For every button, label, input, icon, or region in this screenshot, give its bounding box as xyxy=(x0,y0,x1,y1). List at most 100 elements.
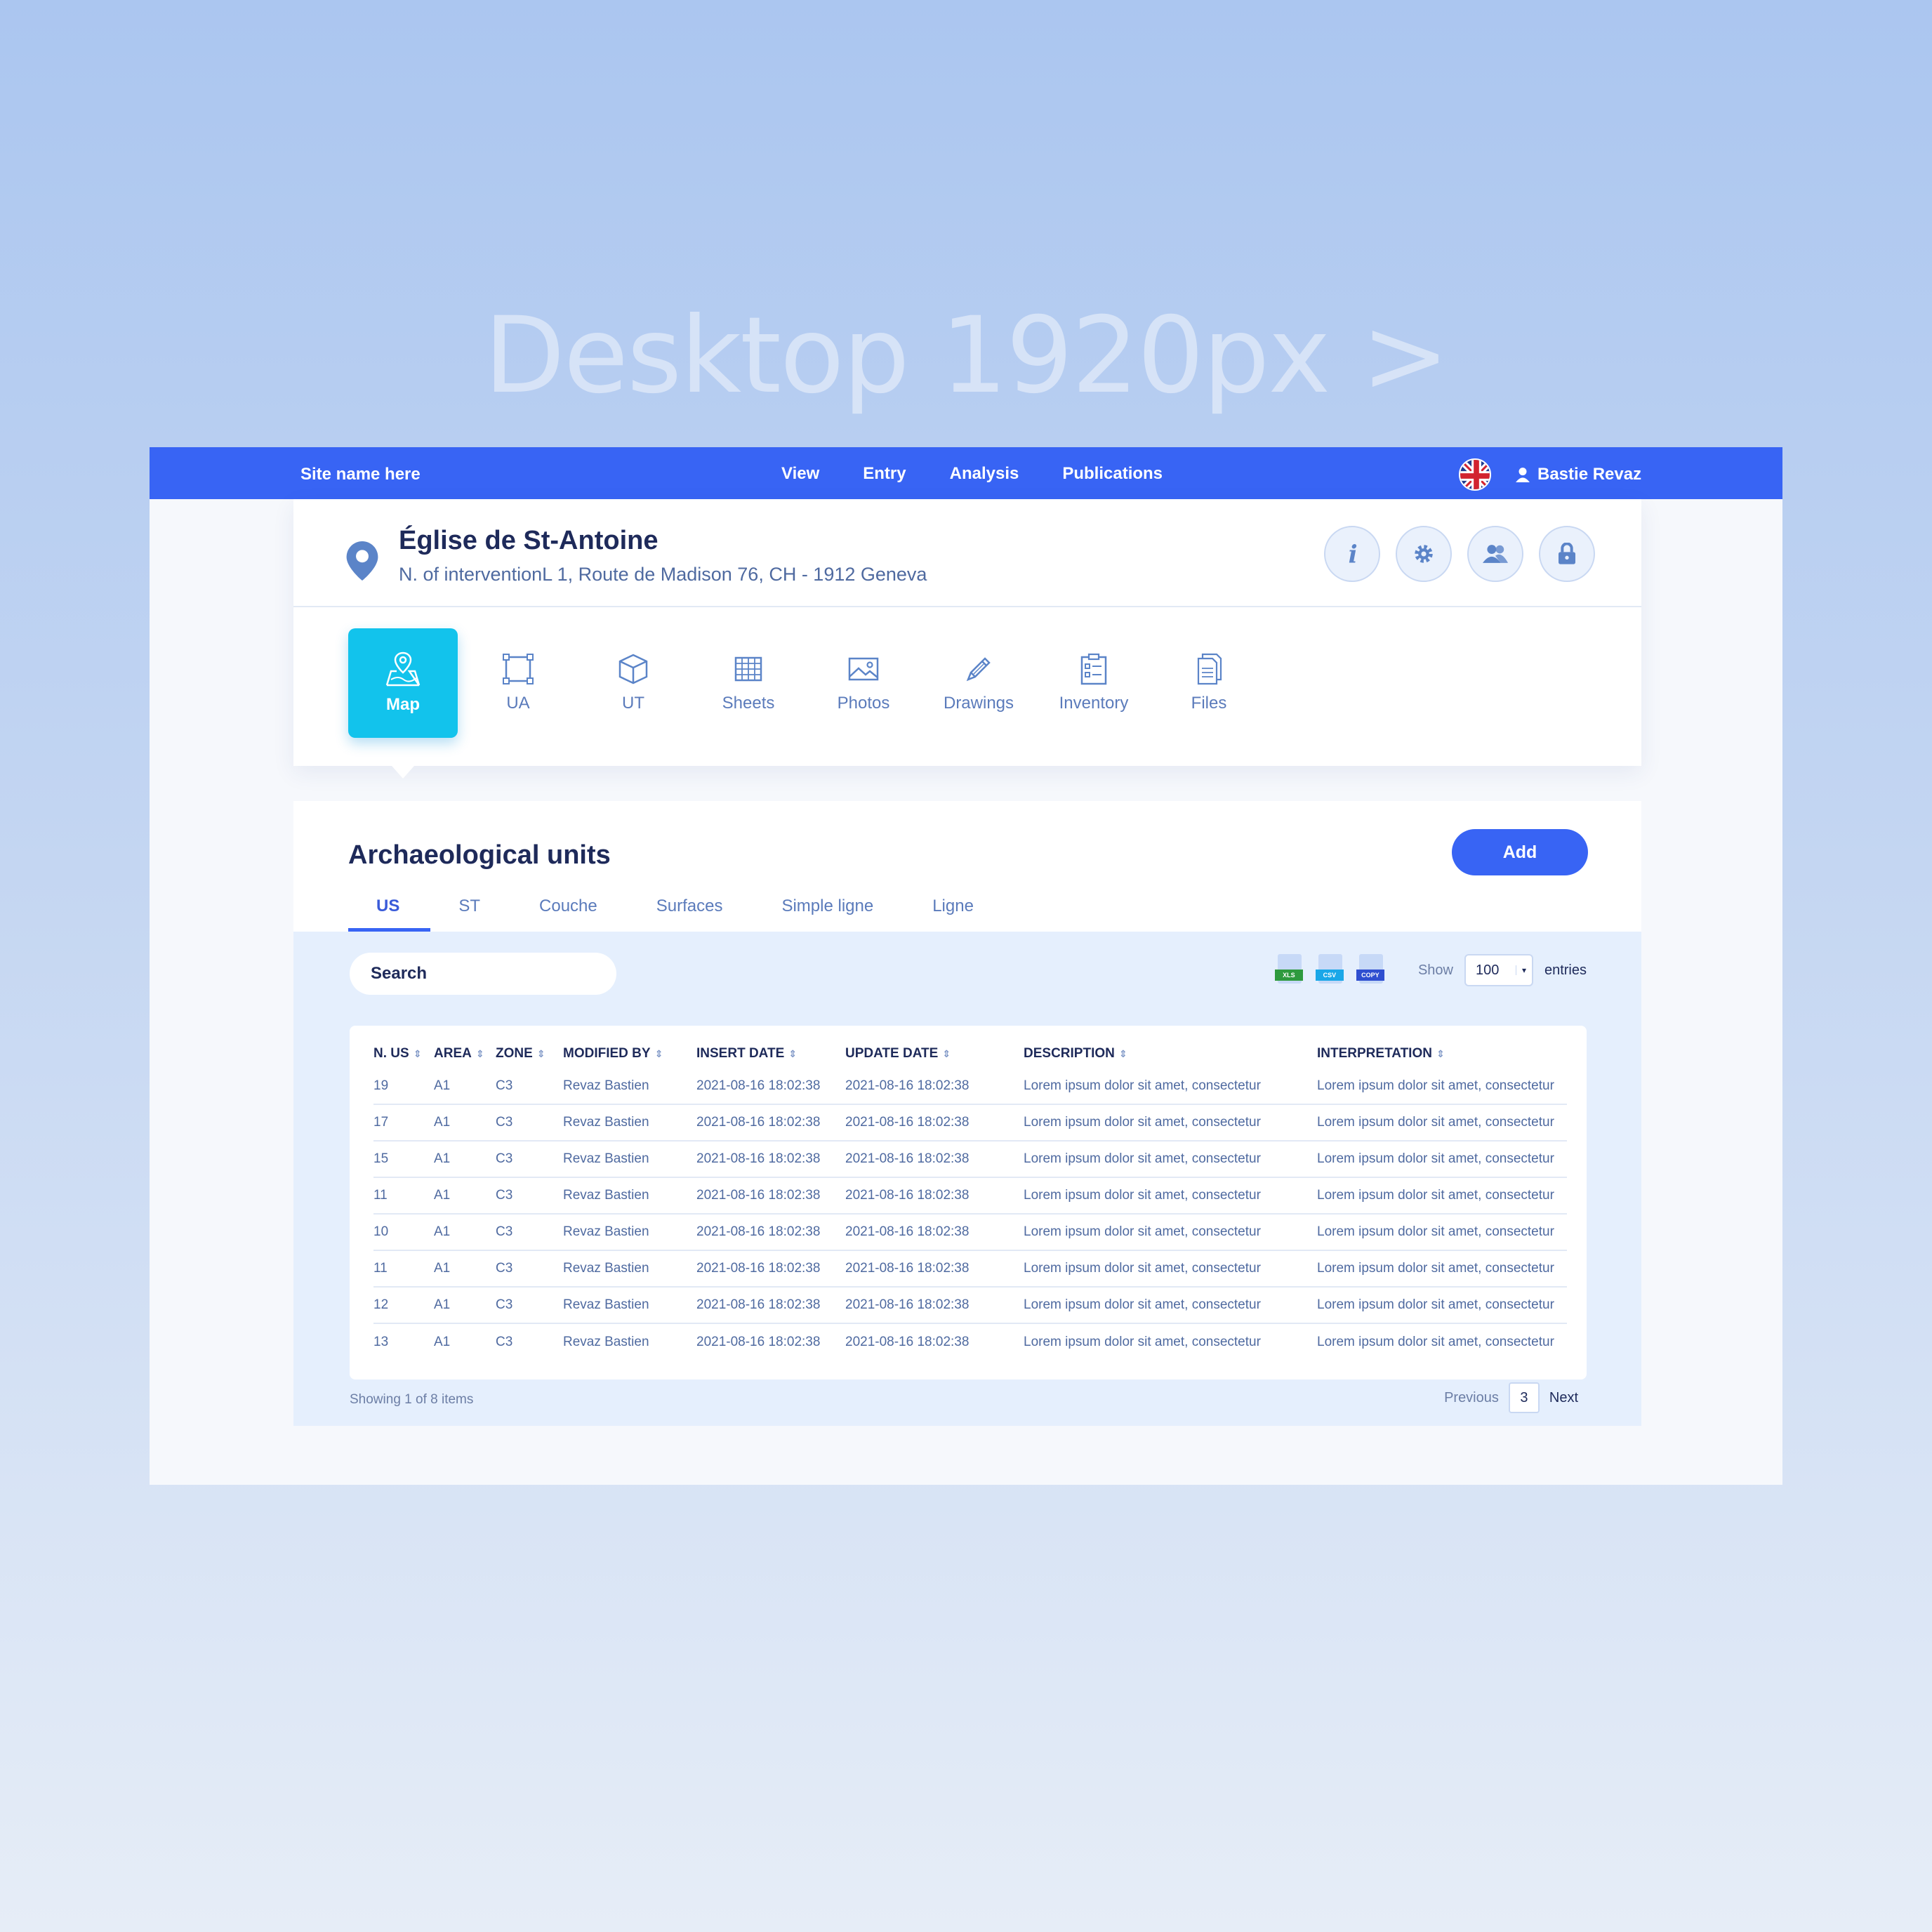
module-drawings[interactable]: Drawings xyxy=(924,628,1033,738)
tab-simple-ligne[interactable]: Simple ligne xyxy=(753,896,904,932)
next-button[interactable]: Next xyxy=(1549,1390,1578,1406)
info-button[interactable]: i xyxy=(1324,526,1380,582)
table-cell: 2021-08-16 18:02:38 xyxy=(696,1104,845,1142)
table-cell: 2021-08-16 18:02:38 xyxy=(845,1334,970,1349)
site-name-link[interactable]: Site name here xyxy=(300,465,421,484)
tab-ligne[interactable]: Ligne xyxy=(904,896,1005,932)
column-header[interactable]: AREA ⇕ xyxy=(434,1040,496,1068)
table-cell: 2021-08-16 18:02:38 xyxy=(696,1250,845,1288)
hero-title: Desktop 1920px > xyxy=(484,295,1449,417)
table-cell: Lorem ipsum dolor sit amet, consectetur xyxy=(1317,1287,1567,1324)
previous-button[interactable]: Previous xyxy=(1444,1390,1499,1406)
sort-icon[interactable]: ⇕ xyxy=(655,1048,663,1059)
table-row[interactable]: 13 A1 C3 Revaz Bastien 2021-08-16 18:02:38 20… xyxy=(373,1323,1567,1360)
search-input[interactable]: Search xyxy=(350,953,616,995)
page-size-select[interactable]: 100 ▾ xyxy=(1464,954,1533,986)
nav-publications[interactable]: Publications xyxy=(1062,464,1163,484)
sort-icon[interactable]: ⇕ xyxy=(942,1048,951,1059)
export-copy-button[interactable]: COPY xyxy=(1356,954,1386,986)
table-cell: 2021-08-16 18:02:38 xyxy=(845,1250,1024,1288)
module-ua[interactable]: UA xyxy=(463,628,573,738)
nav-analysis[interactable]: Analysis xyxy=(950,464,1019,484)
module-inventory[interactable]: Inventory xyxy=(1039,628,1149,738)
table-cell: Lorem ipsum dolor sit amet, consectetur xyxy=(1317,1104,1567,1142)
nav-entry[interactable]: Entry xyxy=(863,464,906,484)
table-cell: Lorem ipsum dolor sit amet, consectetur xyxy=(1024,1177,1317,1215)
csv-icon: CSV xyxy=(1315,970,1344,981)
column-header-label: INSERT DATE xyxy=(696,1046,785,1061)
export-csv-button[interactable]: CSV xyxy=(1315,954,1345,986)
tab-surfaces[interactable]: Surfaces xyxy=(628,896,754,932)
users-button[interactable] xyxy=(1467,526,1523,582)
module-files[interactable]: Files xyxy=(1154,628,1264,738)
uk-flag-icon[interactable] xyxy=(1459,458,1491,491)
info-icon: i xyxy=(1349,541,1358,567)
table-cell: C3 xyxy=(496,1214,563,1251)
sort-icon[interactable]: ⇕ xyxy=(476,1048,484,1059)
table-row[interactable]: 11 A1 C3 Revaz Bastien 2021-08-16 18:02:38 20… xyxy=(373,1250,1567,1288)
column-header[interactable]: MODIFIED BY ⇕ xyxy=(563,1040,696,1068)
column-header[interactable]: INSERT DATE ⇕ xyxy=(696,1040,845,1068)
table-cell: 2021-08-16 18:02:38 xyxy=(845,1068,1024,1105)
table-row[interactable]: 15 A1 C3 Revaz Bastien 2021-08-16 18:02:38 20… xyxy=(373,1141,1567,1178)
table-row[interactable]: 12 A1 C3 Revaz Bastien 2021-08-16 18:02:38 20… xyxy=(373,1287,1567,1324)
pagination: Previous 3 Next xyxy=(1444,1382,1578,1413)
grid-icon xyxy=(734,656,762,682)
column-header[interactable]: INTERPRETATION ⇕ xyxy=(1317,1040,1567,1068)
sort-icon[interactable]: ⇕ xyxy=(788,1048,797,1059)
module-ut[interactable]: UT xyxy=(578,628,688,738)
sort-icon[interactable]: ⇕ xyxy=(537,1048,545,1059)
table-row[interactable]: 19 A1 C3 Revaz Bastien 2021-08-16 18:02:38 20… xyxy=(373,1068,1567,1105)
table-row[interactable]: 11 A1 C3 Revaz Bastien 2021-08-16 18:02:38 20… xyxy=(373,1177,1567,1215)
user-name: Bastie Revaz xyxy=(1537,465,1642,484)
table-cell: 2021-08-16 18:02:38 xyxy=(696,1141,845,1178)
tab-st[interactable]: ST xyxy=(430,896,511,932)
module-label: Map xyxy=(386,695,420,714)
cube-icon xyxy=(618,654,648,684)
table-cell: 2021-08-16 18:02:38 xyxy=(696,1214,845,1251)
tab-couche[interactable]: Couche xyxy=(511,896,628,932)
tab-us[interactable]: US xyxy=(348,896,431,932)
settings-button[interactable] xyxy=(1396,526,1452,582)
add-button[interactable]: Add xyxy=(1452,829,1588,875)
module-label: Photos xyxy=(837,694,890,713)
column-header[interactable]: DESCRIPTION ⇕ xyxy=(1024,1040,1317,1068)
active-module-pointer xyxy=(392,766,414,779)
module-photos[interactable]: Photos xyxy=(809,628,918,738)
export-xls-button[interactable]: XLS xyxy=(1274,954,1304,986)
table-header-row: N. US ⇕ AREA ⇕ ZONE ⇕ MODIFIED BY ⇕ INSERT DATE ⇕… xyxy=(373,1040,1567,1068)
sort-icon[interactable]: ⇕ xyxy=(413,1048,422,1059)
table-cell: 10 xyxy=(373,1214,434,1251)
units-table-container: N. US ⇕ AREA ⇕ ZONE ⇕ MODIFIED BY ⇕ INSERT DATE ⇕… xyxy=(350,1026,1587,1379)
table-cell: Revaz Bastien xyxy=(563,1177,696,1215)
lock-button[interactable] xyxy=(1539,526,1595,582)
table-cell: 15 xyxy=(373,1141,434,1178)
column-header-label: AREA xyxy=(434,1046,472,1061)
module-label: Sheets xyxy=(722,694,775,713)
table-cell: A1 xyxy=(434,1141,496,1178)
module-map[interactable]: Map xyxy=(348,628,458,738)
column-header[interactable]: UPDATE DATE ⇕ xyxy=(845,1040,1024,1068)
module-sheets[interactable]: Sheets xyxy=(694,628,803,738)
table-cell: A1 xyxy=(434,1287,496,1324)
image-icon xyxy=(848,657,879,681)
sort-icon[interactable]: ⇕ xyxy=(1119,1048,1127,1059)
table-cell: 13 xyxy=(373,1334,389,1349)
location-pin-icon xyxy=(346,541,378,581)
nav-view[interactable]: View xyxy=(781,464,819,484)
square-icon xyxy=(503,654,534,684)
table-row[interactable]: 10 A1 C3 Revaz Bastien 2021-08-16 18:02:38 20… xyxy=(373,1214,1567,1251)
table-cell: Lorem ipsum dolor sit amet, consectetur xyxy=(1317,1250,1567,1288)
table-cell: Lorem ipsum dolor sit amet, consectetur xyxy=(1317,1334,1554,1349)
column-header[interactable]: N. US ⇕ xyxy=(373,1040,434,1068)
page-number[interactable]: 3 xyxy=(1508,1382,1540,1413)
user-menu[interactable]: Bastie Revaz xyxy=(1515,465,1641,484)
table-cell: Revaz Bastien xyxy=(563,1287,696,1324)
sort-icon[interactable]: ⇕ xyxy=(1436,1048,1445,1059)
table-cell: Lorem ipsum dolor sit amet, consectetur xyxy=(1317,1177,1567,1215)
column-header[interactable]: ZONE ⇕ xyxy=(496,1040,563,1068)
table-row[interactable]: 17 A1 C3 Revaz Bastien 2021-08-16 18:02:38 20… xyxy=(373,1104,1567,1142)
column-header-label: ZONE xyxy=(496,1046,533,1061)
pencil-icon xyxy=(966,657,991,682)
xls-icon: XLS xyxy=(1274,970,1303,981)
